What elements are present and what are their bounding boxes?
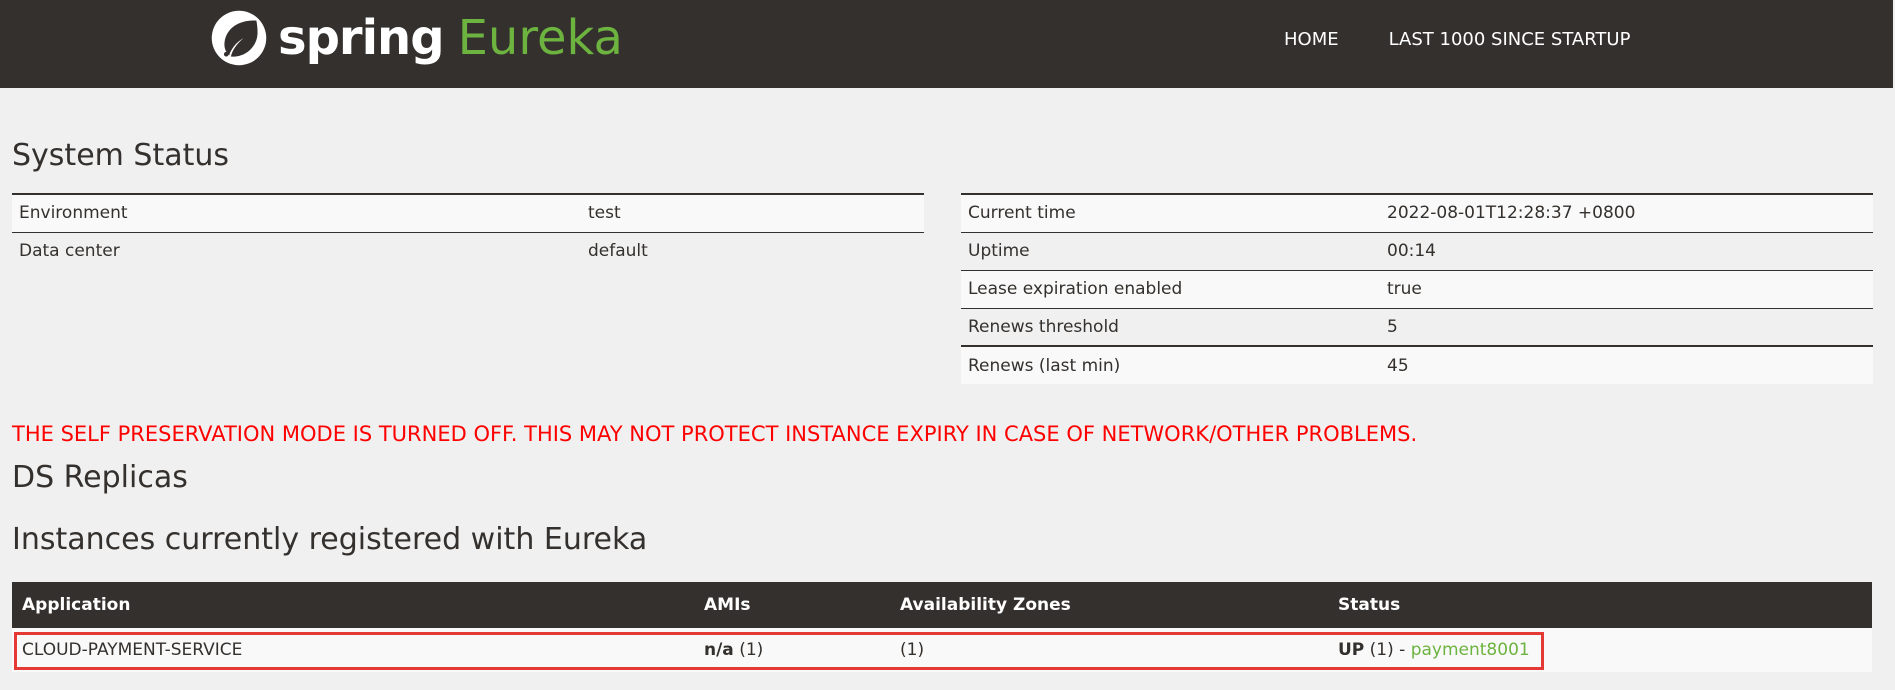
col-header-availability-zones: Availability Zones — [890, 582, 1328, 628]
status-label: Renews (last min) — [961, 345, 1380, 384]
system-status-right-table: Current time 2022-08-01T12:28:37 +0800 U… — [961, 193, 1873, 384]
status-value: test — [581, 193, 924, 232]
self-preservation-warning: THE SELF PRESERVATION MODE IS TURNED OFF… — [12, 422, 1418, 446]
status-label: Lease expiration enabled — [961, 269, 1380, 308]
status-value: default — [581, 231, 924, 270]
col-header-amis: AMIs — [694, 582, 890, 628]
system-status-title: System Status — [12, 138, 230, 173]
status-value: 00:14 — [1380, 231, 1873, 270]
status-label: Renews threshold — [961, 307, 1380, 346]
status-value: 45 — [1380, 345, 1873, 384]
instances-header-row: Application AMIs Availability Zones Stat… — [12, 582, 1872, 628]
status-row: Environment test — [12, 193, 924, 232]
system-status-left-table: Environment test Data center default — [12, 193, 924, 270]
brand-eureka-text: Eureka — [457, 10, 623, 66]
brand-spring-text: spring — [278, 10, 445, 66]
status-row: Data center default — [12, 231, 924, 270]
table-row: CLOUD-PAYMENT-SERVICE n/a (1) (1) UP (1)… — [12, 628, 1872, 672]
status-row: Current time 2022-08-01T12:28:37 +0800 — [961, 193, 1873, 232]
instances-table: Application AMIs Availability Zones Stat… — [12, 582, 1872, 672]
status-value: 2022-08-01T12:28:37 +0800 — [1380, 193, 1873, 232]
status-label: Data center — [12, 231, 581, 270]
nav-last1000-link[interactable]: LAST 1000 SINCE STARTUP — [1389, 28, 1631, 52]
nav-home-link[interactable]: HOME — [1284, 28, 1339, 52]
nav-links: HOME LAST 1000 SINCE STARTUP — [1284, 28, 1630, 52]
spring-leaf-icon — [211, 10, 267, 66]
ds-replicas-title: DS Replicas — [12, 460, 188, 495]
status-up: UP — [1338, 640, 1365, 660]
status-label: Uptime — [961, 231, 1380, 270]
amis-value: n/a — [704, 640, 734, 660]
col-header-application: Application — [12, 582, 694, 628]
status-row: Uptime 00:14 — [961, 231, 1873, 270]
amis-cell: n/a (1) — [694, 628, 890, 672]
status-row: Renews threshold 5 — [961, 307, 1873, 346]
status-row: Renews (last min) 45 — [961, 345, 1873, 384]
status-count: (1) - — [1364, 640, 1411, 660]
status-cell: UP (1) - payment8001 — [1328, 628, 1872, 672]
instance-link[interactable]: payment8001 — [1411, 640, 1530, 660]
brand-home-link[interactable]: spring Eureka — [210, 6, 623, 70]
col-header-status: Status — [1328, 582, 1872, 628]
status-label: Environment — [12, 193, 581, 232]
status-value: true — [1380, 269, 1873, 308]
status-label: Current time — [961, 193, 1380, 232]
instances-title: Instances currently registered with Eure… — [12, 522, 648, 557]
status-value: 5 — [1380, 307, 1873, 346]
availability-zones-cell: (1) — [890, 628, 1328, 672]
amis-count: (1) — [733, 640, 764, 660]
application-name: CLOUD-PAYMENT-SERVICE — [12, 628, 694, 672]
status-row: Lease expiration enabled true — [961, 269, 1873, 308]
top-navbar: spring Eureka HOME LAST 1000 SINCE START… — [0, 0, 1893, 88]
